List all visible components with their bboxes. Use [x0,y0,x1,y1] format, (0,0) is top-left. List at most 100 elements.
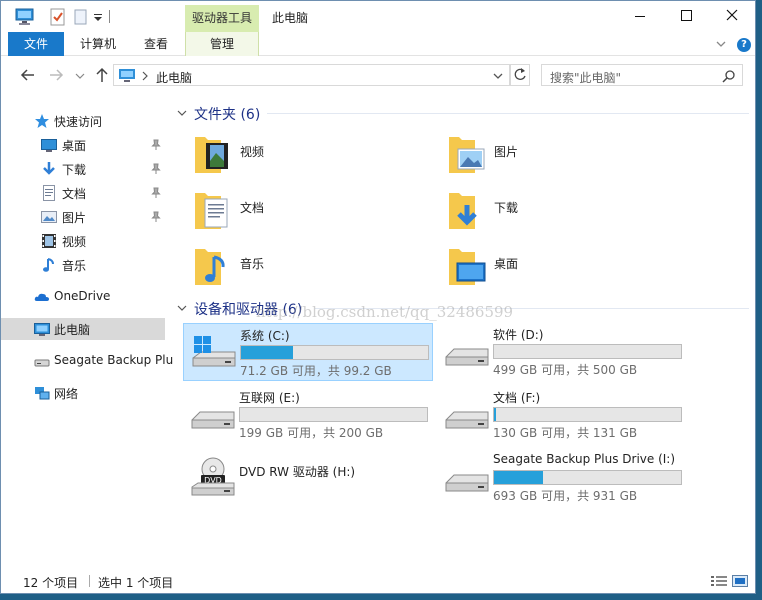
capacity-fill [494,408,496,421]
capacity-bar [493,407,682,422]
cloud-icon [34,293,49,301]
nav-item-desktop[interactable]: 桌面 [1,134,165,156]
picture-folder-icon [449,137,485,173]
folder-label: 音乐 [240,257,265,271]
drive-info: 199 GB 可用，共 200 GB [239,426,384,440]
large-icons-view-icon[interactable] [732,575,748,587]
search-icon[interactable] [722,69,736,83]
drive-info: 71.2 GB 可用，共 99.2 GB [240,364,392,378]
folder-music[interactable]: 音乐 [171,241,391,291]
folder-label: 桌面 [494,257,519,271]
explorer-window: 驱动器工具 此电脑 文件 计算机 查看 管理 ? 此电脑 搜索"此电脑" 快速访… [0,0,756,594]
properties-icon[interactable] [49,7,67,27]
folder-downloads[interactable]: 下载 [425,185,645,235]
refresh-icon[interactable] [510,64,530,86]
status-separator [89,575,90,587]
document-folder-icon [195,193,228,229]
chevron-down-icon[interactable] [177,108,187,118]
help-button[interactable]: ? [737,38,751,52]
drive-name: 互联网 (E:) [239,391,300,405]
address-bar[interactable]: 此电脑 [113,64,510,86]
content-pane: 文件夹 (6) 视频 图片 文档 下载 音乐 桌面 设备和驱动器 (6) 系统 … [171,93,751,563]
customize-toolbar-icon[interactable] [93,7,103,27]
windows-drive-icon [192,336,236,367]
recent-locations-chevron-icon[interactable] [69,64,91,86]
back-arrow-icon[interactable] [17,64,39,86]
document-icon [43,185,55,201]
tab-file[interactable]: 文件 [8,32,64,56]
drive-name: DVD RW 驱动器 (H:) [239,465,356,479]
folder-documents[interactable]: 文档 [171,185,391,235]
video-icon [42,234,56,248]
computer-icon [34,323,50,336]
forward-arrow-icon[interactable] [45,64,67,86]
toolbar-separator [109,10,110,23]
drive-info: 130 GB 可用，共 131 GB [493,426,638,440]
pin-icon[interactable] [151,139,161,151]
drive-i-seagate[interactable]: Seagate Backup Plus Drive (I:) 693 GB 可用… [437,449,687,507]
search-box[interactable]: 搜索"此电脑" [541,64,743,86]
drive-f[interactable]: 文档 (F:) 130 GB 可用，共 131 GB [437,386,687,444]
up-arrow-icon[interactable] [91,64,113,86]
nav-item-pictures[interactable]: 图片 [1,206,165,228]
nav-label: 图片 [62,211,87,225]
folder-label: 视频 [240,145,265,159]
navigation-pane: 快速访问 桌面 下载 文档 图片 视频 音乐 OneDrive 此电脑 Seag… [1,101,173,563]
capacity-fill [494,471,543,484]
tab-view[interactable]: 查看 [131,32,181,56]
maximize-button[interactable] [663,1,708,31]
address-history-chevron-icon[interactable] [492,71,504,81]
breadcrumb-chevron-icon[interactable] [141,71,149,81]
expand-ribbon-chevron-icon[interactable] [715,39,727,49]
folder-label: 文档 [240,201,265,215]
desktop-icon [41,139,57,152]
minimize-button[interactable] [617,1,662,31]
nav-item-downloads[interactable]: 下载 [1,158,165,180]
nav-item-music[interactable]: 音乐 [1,254,165,276]
drive-c[interactable]: 系统 (C:) 71.2 GB 可用，共 99.2 GB [183,323,433,381]
capacity-bar [239,407,428,422]
nav-item-quick-access[interactable]: 快速访问 [1,110,165,132]
pin-icon[interactable] [151,187,161,199]
folders-group-header[interactable]: 文件夹 (6) [175,104,749,124]
nav-label: 桌面 [62,139,87,153]
pin-icon[interactable] [151,211,161,223]
folder-videos[interactable]: 视频 [171,129,391,179]
nav-item-documents[interactable]: 文档 [1,182,165,204]
details-view-icon[interactable] [711,575,727,587]
capacity-bar [493,344,682,359]
nav-label: 此电脑 [54,323,91,337]
tab-computer[interactable]: 计算机 [69,32,127,56]
nav-item-videos[interactable]: 视频 [1,230,165,252]
drive-tools-context-tab: 驱动器工具 [185,5,259,32]
nav-item-seagate[interactable]: Seagate Backup Plu [1,350,173,372]
nav-label: 音乐 [62,259,87,273]
nav-item-this-pc[interactable]: 此电脑 [1,318,165,340]
computer-icon [119,69,135,82]
folder-pictures[interactable]: 图片 [425,129,645,179]
folder-desktop[interactable]: 桌面 [425,241,645,291]
pin-icon[interactable] [151,163,161,175]
window-title: 此电脑 [272,11,309,25]
drive-e[interactable]: 互联网 (E:) 199 GB 可用，共 200 GB [183,386,433,444]
search-input[interactable]: 搜索"此电脑" [550,69,621,86]
drive-name: 软件 (D:) [493,328,544,342]
computer-icon[interactable] [15,7,35,27]
capacity-fill [241,346,294,359]
group-divider [267,113,749,114]
picture-icon [41,211,57,223]
tab-manage[interactable]: 管理 [185,32,259,56]
drive-d[interactable]: 软件 (D:) 499 GB 可用，共 500 GB [437,323,687,381]
drive-h-dvd[interactable]: DVD DVD RW 驱动器 (H:) [183,449,433,507]
status-bar: 12 个项目 选中 1 个项目 [1,569,755,593]
breadcrumb[interactable]: 此电脑 [156,69,192,86]
nav-item-onedrive[interactable]: OneDrive [1,286,165,308]
new-folder-icon[interactable] [73,7,89,27]
download-folder-icon [449,193,477,229]
close-button[interactable] [709,1,754,31]
chevron-down-icon[interactable] [177,303,187,313]
nav-label: 网络 [54,387,79,401]
nav-item-network[interactable]: 网络 [1,382,165,404]
folder-label: 下载 [494,201,519,215]
drive-info: 693 GB 可用，共 931 GB [493,489,638,503]
